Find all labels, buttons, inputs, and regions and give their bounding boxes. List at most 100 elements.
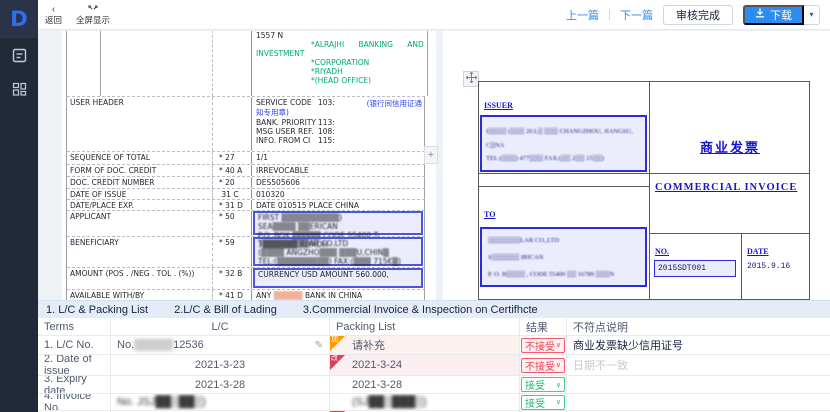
table-row: 1. L/C No. No.▒▒▒▒▒12536 ✎ 加 请补充 不接受 ∨ 商… (38, 336, 830, 355)
highlight-box: FIRST ▒▒▒▒▒▒▒▒▒▒) SEA▒▒▒▒ ▒▒ERICAN P.O. … (253, 211, 423, 235)
swift-row: FORM OF DOC. CREDIT * 40 A IRREVOCABLE (67, 165, 425, 177)
back-button[interactable]: ‹ 返回 (38, 0, 69, 30)
swift-value: 1557 N (256, 31, 424, 40)
result-cell: 接受 ∨ (520, 394, 567, 410)
result-cell: 不接受 ∨ (520, 336, 567, 354)
document-icon (12, 48, 27, 63)
review-done-button[interactable]: 审核完成 (663, 5, 733, 25)
chevron-down-icon: ∨ (556, 341, 561, 349)
grid-icon (12, 82, 27, 97)
result-cell: 不接受 ∨ (520, 355, 567, 375)
sidebar: D (0, 0, 38, 412)
panel-expand-handle[interactable]: + (424, 146, 438, 164)
packing-value-cell[interactable]: (SJ██▒███▒) (330, 394, 520, 410)
download-dropdown-button[interactable]: ▾ (804, 5, 820, 25)
highlight-box: T▒▒▒▒▒▒▒▒AR CO.LTD (▒▒▒▒ ANGZHO▒▒▒ ▒▒▒U,… (253, 237, 423, 266)
highlight-box: CURRENCY USD AMOUNT 560.000, (253, 268, 423, 288)
packing-value-cell[interactable]: 改 2021-3-24 (330, 355, 520, 375)
issuer-highlight-box: I▒▒▒▒ (▒▒▒ 20.L▒ ▒▒▒ CHANGZHOU, JIANGSU,… (480, 115, 647, 172)
table-row: 3. Expiry date 2021-3-28 2021-3-28 接受 ∨ (38, 376, 830, 394)
document-compare-area: 1557 N *ALRAJHI BANKING AND INVESTMENT *… (38, 31, 830, 300)
move-handle[interactable] (463, 71, 479, 87)
result-select[interactable]: 不接受 ∨ (521, 338, 565, 353)
edit-pencil-icon[interactable]: ✎ (315, 340, 323, 351)
table-row: 2. Date of issue 2021-3-23 改 2021-3-24 不… (38, 355, 830, 376)
result-select[interactable]: 接受 ∨ (521, 395, 565, 410)
fullscreen-label: 全屏显示 (76, 16, 110, 25)
result-select[interactable]: 不接受 ∨ (521, 358, 565, 373)
tab-commercial-invoice[interactable]: 3.Commercial Invoice & Inspection on Cer… (303, 304, 538, 316)
download-label: 下载 (770, 7, 792, 23)
header-lc: L/C (111, 318, 330, 335)
invoice-document-panel[interactable]: ISSUER I▒▒▒▒ (▒▒▒ 20.L▒ ▒▒▒ CHANGZHOU, J… (443, 31, 830, 300)
swift-row: DATE/PLACE EXP. * 31 D DATE 010515 PLACE… (67, 200, 425, 211)
app-window: D ‹ 返回 全屏显示 上一篇 下一篇 审核完成 (0, 0, 830, 412)
result-select[interactable]: 接受 ∨ (521, 377, 565, 392)
move-handle-icon (466, 70, 477, 88)
term-cell: 1. L/C No. (38, 336, 111, 354)
discrepancy-input[interactable]: 商业发票缺少信用证号 (567, 336, 830, 354)
download-icon (755, 8, 765, 21)
swift-row-available: AVAILABLE WITH/BY * 41 D ANY ▒▒▒▒▒ BANK … (67, 290, 425, 300)
chevron-down-icon: ∨ (556, 361, 561, 369)
swift-row-applicant: APPLICANT * 50 FIRST ▒▒▒▒▒▒▒▒▒▒) SEA▒▒▒▒… (67, 211, 425, 237)
invoice-no-label: NO. (655, 247, 669, 256)
invoice-date-value: 2015.9.16 (747, 262, 790, 271)
chevron-down-icon: ∨ (556, 381, 561, 389)
terms-compare-panel: 1. L/C & Packing List 2.L/C & Bill of La… (38, 300, 830, 412)
header-packing-list: Packing List (330, 318, 520, 335)
download-button[interactable]: 下载 (743, 5, 804, 25)
swift-row-amount: AMOUNT (POS . /NEG . TOL . (%)) * 32 B C… (67, 268, 425, 290)
term-cell: 3. Expiry date (38, 376, 111, 393)
lc-value-cell[interactable]: 2021-3-28 (111, 376, 330, 393)
app-logo: D (0, 0, 38, 38)
invoice-title-cn: 商业发票 (649, 137, 811, 156)
result-cell: 接受 ∨ (520, 376, 567, 393)
toolbar-divider (609, 9, 610, 20)
swift-message-table: 1557 N *ALRAJHI BANKING AND INVESTMENT *… (66, 31, 425, 300)
caret-down-icon: ▾ (809, 10, 813, 19)
to-label: TO (484, 210, 495, 219)
lc-value-cell[interactable]: No.▒▒▒▒▒12536 ✎ (111, 336, 330, 354)
sidebar-item-documents[interactable] (0, 38, 38, 72)
to-highlight-box: ▒▒▒▒▒▒▒LAR CO.,LTD S▒▒▒▒▒▒ IRICAN P. O. … (480, 227, 647, 287)
download-split-button: 下载 ▾ (743, 5, 820, 25)
prev-article-link[interactable]: 上一篇 (566, 7, 599, 23)
compare-tabs: 1. L/C & Packing List 2.L/C & Bill of La… (38, 300, 830, 318)
swift-row: SEQUENCE OF TOTAL * 27 1/1 (67, 152, 425, 165)
swift-row: DOC. CREDIT NUMBER * 20 DES505606 (67, 177, 425, 189)
chevron-down-icon: ∨ (556, 398, 561, 406)
header-discrepancy: 不符点说明 (567, 318, 830, 335)
discrepancy-input[interactable] (567, 394, 830, 410)
next-article-link[interactable]: 下一篇 (620, 7, 653, 23)
lc-document-panel[interactable]: 1557 N *ALRAJHI BANKING AND INVESTMENT *… (62, 31, 436, 300)
lc-value-cell[interactable]: 2021-3-23 (111, 355, 330, 375)
issuer-label: ISSUER (484, 101, 513, 110)
lc-value-cell[interactable]: No. JSJ██▒██▒) (111, 394, 330, 410)
toolbar-actions: 上一篇 下一篇 审核完成 下载 ▾ (566, 5, 830, 25)
invoice-no-value: 2015SDT001 (654, 260, 736, 277)
bank-seal-text: (银行间信用证通 (317, 98, 422, 109)
header-result: 结果 (520, 318, 567, 335)
discrepancy-input[interactable] (567, 376, 830, 393)
sidebar-item-apps[interactable] (0, 72, 38, 106)
fullscreen-button[interactable]: 全屏显示 (69, 0, 117, 30)
discrepancy-input[interactable]: 日期不一致 (567, 355, 830, 375)
header-terms: Terms (38, 318, 111, 335)
tab-lc-packing-list[interactable]: 1. L/C & Packing List (46, 304, 148, 316)
swift-row-basic-header: 1557 N *ALRAJHI BANKING AND INVESTMENT *… (67, 31, 425, 97)
commercial-invoice: ISSUER I▒▒▒▒ (▒▒▒ 20.L▒ ▒▒▒ CHANGZHOU, J… (478, 81, 810, 300)
invoice-title-en: COMMERCIAL INVOICE (655, 182, 797, 193)
packing-value-cell[interactable]: 2021-3-28 (330, 376, 520, 393)
back-label: 返回 (45, 16, 62, 25)
swift-row-beneficiary: BENEFICIARY * 59 T▒▒▒▒▒▒▒▒AR CO.LTD (▒▒▒… (67, 237, 425, 268)
swift-row-user-header: USER HEADER SERVICE CODE 103: (银行间信用证通 知… (67, 97, 425, 152)
invoice-date-label: DATE (747, 247, 769, 256)
table-row: 4. Invoice No. No. JSJ██▒██▒) (SJ██▒███▒… (38, 394, 830, 411)
packing-value-cell[interactable]: 加 请补充 (330, 336, 520, 354)
tab-lc-bill-of-lading[interactable]: 2.L/C & Bill of Lading (174, 304, 277, 316)
term-cell: 4. Invoice No. (38, 394, 111, 410)
term-cell: 2. Date of issue (38, 355, 111, 375)
swift-row: DATE OF ISSUE 31 C 010320 (67, 189, 425, 200)
table-header-row: Terms L/C Packing List 结果 不符点说明 (38, 318, 830, 336)
